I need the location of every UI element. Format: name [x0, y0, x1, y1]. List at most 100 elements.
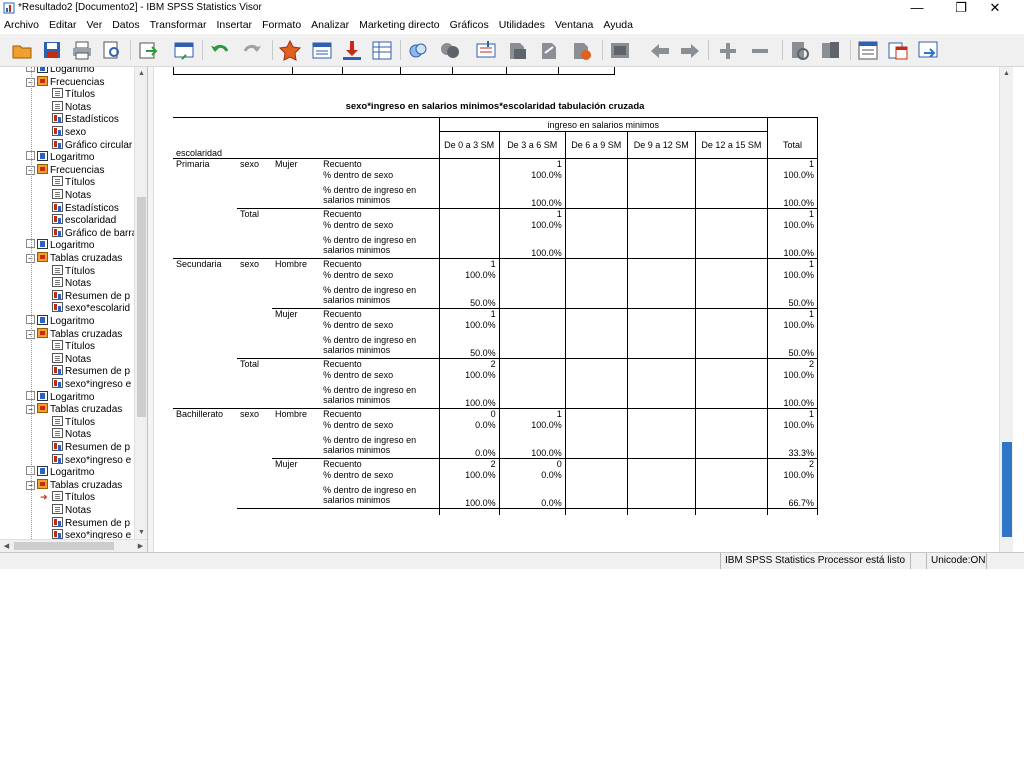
- demote-icon[interactable]: [648, 39, 672, 61]
- outline-item[interactable]: Logaritmo: [26, 67, 94, 76]
- scroll-right-arrow-icon[interactable]: ▶: [134, 540, 147, 552]
- outline-item[interactable]: Resumen de p: [52, 516, 130, 530]
- table-cell[interactable]: 2: [438, 458, 500, 470]
- menu-item[interactable]: Formato: [257, 17, 306, 34]
- outline-item[interactable]: Notas: [52, 277, 91, 290]
- outline-item[interactable]: − Tablas cruzadas: [26, 478, 122, 492]
- pane-splitter[interactable]: [148, 67, 154, 552]
- outline-item[interactable]: sexo*ingreso e: [52, 453, 131, 467]
- close-button[interactable]: ✕: [980, 0, 1010, 17]
- outline-item[interactable]: Logaritmo: [26, 151, 94, 164]
- table-cell[interactable]: 100.0%: [766, 219, 819, 235]
- outline-item[interactable]: Notas: [52, 100, 91, 114]
- table-cell[interactable]: [626, 184, 696, 209]
- table-cell[interactable]: [694, 208, 768, 220]
- outline-item[interactable]: Notas: [52, 504, 91, 517]
- table-cell[interactable]: 0.0%: [438, 419, 500, 435]
- table-cell[interactable]: [564, 369, 628, 385]
- scroll-left-arrow-icon[interactable]: ◀: [0, 540, 13, 552]
- expand-icon[interactable]: [678, 39, 702, 61]
- insert-text-icon[interactable]: [856, 39, 880, 61]
- table-cell[interactable]: 100.0%: [498, 419, 566, 435]
- goto-case-icon[interactable]: [310, 39, 334, 61]
- outline-item[interactable]: Resumen de p: [52, 441, 130, 454]
- goto-data-icon[interactable]: [278, 39, 302, 61]
- outline-item[interactable]: Resumen de p: [52, 289, 130, 303]
- menu-item[interactable]: Transformar: [145, 17, 212, 34]
- menu-item[interactable]: Marketing directo: [354, 17, 445, 34]
- table-cell[interactable]: 100.0%: [498, 234, 566, 259]
- table-cell[interactable]: 2: [438, 358, 500, 370]
- outline-item[interactable]: sexo: [52, 126, 86, 139]
- table-cell[interactable]: [694, 419, 768, 435]
- outline-item[interactable]: Títulos: [52, 340, 95, 353]
- table-cell[interactable]: 0: [498, 458, 566, 470]
- table-cell[interactable]: [438, 169, 500, 185]
- table-cell[interactable]: [564, 434, 628, 459]
- outline-item[interactable]: − Tablas cruzadas: [26, 403, 122, 416]
- table-cell[interactable]: 1: [766, 208, 819, 220]
- table-cell[interactable]: 1: [766, 408, 819, 420]
- table-cell[interactable]: [626, 469, 696, 485]
- table-cell[interactable]: [626, 408, 696, 420]
- table-cell[interactable]: 50.0%: [766, 334, 819, 359]
- table-cell[interactable]: [498, 258, 566, 270]
- table-cell[interactable]: [694, 469, 768, 485]
- table-cell[interactable]: [564, 458, 628, 470]
- insert-heading-icon[interactable]: [788, 39, 812, 61]
- open-icon[interactable]: [10, 39, 34, 61]
- table-cell[interactable]: [694, 184, 768, 209]
- minimize-button[interactable]: —: [902, 0, 932, 17]
- table-cell[interactable]: [626, 258, 696, 270]
- scroll-up-arrow-icon[interactable]: ▲: [135, 67, 147, 80]
- table-cell[interactable]: [438, 158, 500, 170]
- table-cell[interactable]: 100.0%: [766, 269, 819, 285]
- undo-icon[interactable]: [208, 39, 232, 61]
- table-cell[interactable]: 100.0%: [498, 434, 566, 459]
- table-cell[interactable]: 1: [766, 258, 819, 270]
- print-icon[interactable]: [70, 39, 94, 61]
- table-cell[interactable]: [564, 308, 628, 320]
- outline-item[interactable]: − Tablas cruzadas: [26, 252, 122, 265]
- table-cell[interactable]: 66.7%: [766, 484, 819, 509]
- table-cell[interactable]: [626, 219, 696, 235]
- outline-item[interactable]: sexo*escolarid: [52, 302, 130, 315]
- table-cell[interactable]: [694, 434, 768, 459]
- table-cell[interactable]: [694, 319, 768, 335]
- table-cell[interactable]: [626, 158, 696, 170]
- table-cell[interactable]: [498, 284, 566, 309]
- table-cell[interactable]: [564, 358, 628, 370]
- table-cell[interactable]: [694, 458, 768, 470]
- outline-item[interactable]: − Frecuencias: [26, 75, 104, 89]
- outline-item[interactable]: Estadísticos: [52, 113, 119, 126]
- table-cell[interactable]: 100.0%: [438, 369, 500, 385]
- table-cell[interactable]: [694, 308, 768, 320]
- table-cell[interactable]: [626, 334, 696, 359]
- value-labels-icon[interactable]: [506, 39, 530, 61]
- outline-scroll-thumb[interactable]: [137, 197, 146, 417]
- table-cell[interactable]: [694, 484, 768, 509]
- menu-item[interactable]: Analizar: [306, 17, 354, 34]
- table-cell[interactable]: 100.0%: [438, 469, 500, 485]
- table-cell[interactable]: 33.3%: [766, 434, 819, 459]
- outline-item[interactable]: Logaritmo: [26, 466, 94, 479]
- table-cell[interactable]: [626, 208, 696, 220]
- outline-item[interactable]: Logaritmo: [26, 239, 94, 252]
- show-all-icon[interactable]: [538, 39, 562, 61]
- content-vertical-scrollbar[interactable]: ▲: [999, 67, 1013, 552]
- table-cell[interactable]: [564, 158, 628, 170]
- table-cell[interactable]: [694, 158, 768, 170]
- outline-item[interactable]: Títulos: [52, 88, 95, 101]
- table-cell[interactable]: [564, 219, 628, 235]
- table-cell[interactable]: [564, 269, 628, 285]
- designate-window-icon[interactable]: [886, 39, 910, 61]
- promote-icon[interactable]: [608, 39, 632, 61]
- table-cell[interactable]: 1: [498, 158, 566, 170]
- table-cell[interactable]: [694, 408, 768, 420]
- table-cell[interactable]: 2: [766, 358, 819, 370]
- menu-item[interactable]: Gráficos: [445, 17, 494, 34]
- outline-item[interactable]: Resumen de p: [52, 365, 130, 378]
- table-cell[interactable]: [564, 384, 628, 409]
- table-cell[interactable]: [498, 334, 566, 359]
- custom-tables-icon[interactable]: [406, 39, 430, 61]
